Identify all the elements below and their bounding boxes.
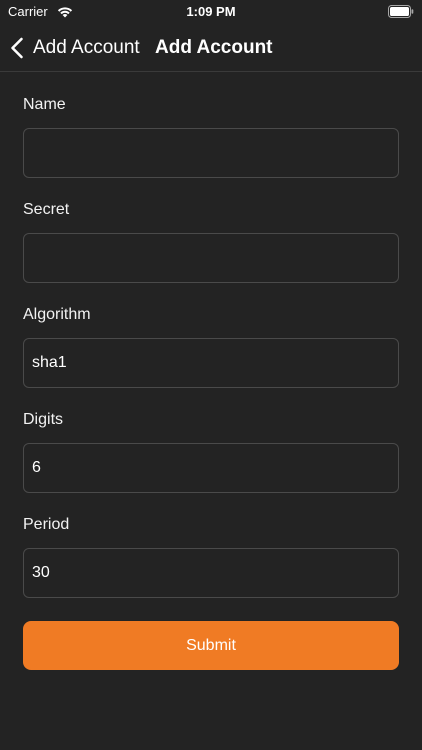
secret-label: Secret xyxy=(23,201,70,218)
navigation-bar: Add Account Add Account xyxy=(0,24,422,72)
period-input[interactable] xyxy=(23,548,399,598)
algorithm-input[interactable] xyxy=(23,338,399,388)
period-label: Period xyxy=(23,516,70,533)
digits-label: Digits xyxy=(23,411,64,428)
clock-time: 1:09 PM xyxy=(186,4,236,19)
algorithm-field: Algorithm xyxy=(23,305,399,388)
period-field: Period xyxy=(23,515,399,598)
back-button[interactable]: Add Account xyxy=(10,34,140,62)
status-bar: Carrier 1:09 PM xyxy=(0,0,422,24)
secret-field: Secret xyxy=(23,200,399,283)
add-account-form: Name Secret Algorithm Digits Period Subm… xyxy=(23,95,399,670)
name-input[interactable] xyxy=(23,128,399,178)
chevron-left-icon xyxy=(11,37,23,59)
back-button-label: Add Account xyxy=(33,37,140,58)
name-label: Name xyxy=(23,96,66,113)
name-field: Name xyxy=(23,95,399,178)
submit-button[interactable]: Submit xyxy=(23,621,399,670)
battery-icon xyxy=(388,5,414,18)
digits-field: Digits xyxy=(23,410,399,493)
algorithm-label: Algorithm xyxy=(23,306,91,323)
secret-input[interactable] xyxy=(23,233,399,283)
digits-input[interactable] xyxy=(23,443,399,493)
page-title: Add Account xyxy=(155,37,273,58)
